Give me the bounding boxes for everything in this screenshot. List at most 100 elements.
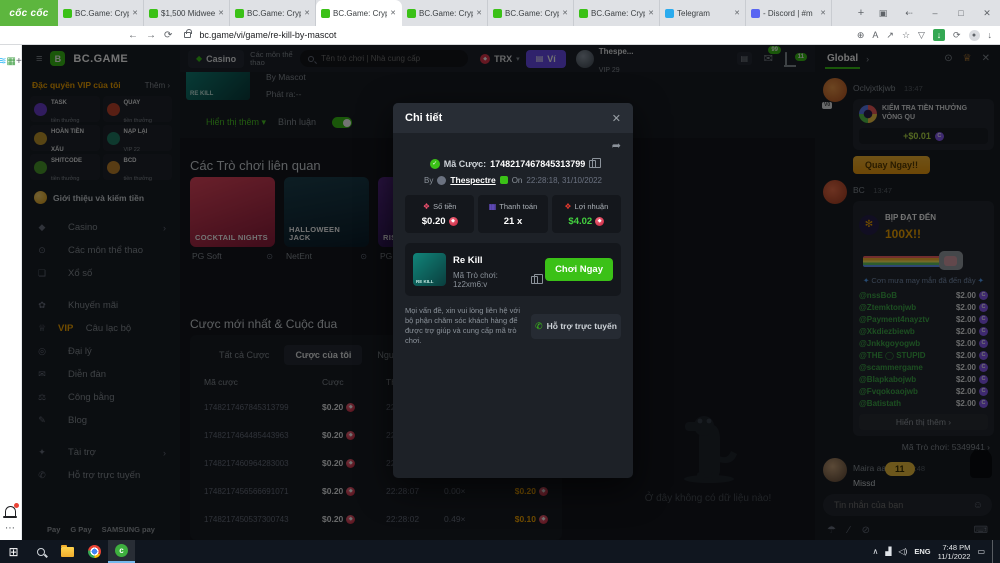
user-badge-icon <box>499 176 508 184</box>
minimize-button[interactable]: – <box>922 8 948 18</box>
back-button[interactable]: ← <box>128 30 138 41</box>
save-page-icon[interactable]: ⊕ <box>857 30 865 41</box>
tab-title: - Discord | #m <box>763 8 813 18</box>
tab-favicon <box>665 8 674 18</box>
tab-close-icon[interactable]: ✕ <box>476 9 482 17</box>
tab-close-icon[interactable]: ✕ <box>304 9 310 17</box>
forward-button[interactable]: → <box>146 30 156 41</box>
bet-id-label: Mã Cược: <box>443 159 487 169</box>
game-code: Mã Trò chơi: 1z2xm6:v <box>453 271 498 289</box>
sync-icon[interactable]: ⟳ <box>953 30 961 41</box>
coccoc-brand-logo[interactable]: cốc cốc <box>0 0 58 26</box>
modal-title: Chi tiết <box>405 112 443 124</box>
taskbar-search-icon[interactable] <box>27 540 54 563</box>
action-center-icon[interactable]: ▭ <box>977 547 985 556</box>
more-options-icon[interactable]: ⋯ <box>5 523 16 534</box>
tab-favicon <box>579 8 588 18</box>
bettor-username[interactable]: Thespectre <box>450 175 495 185</box>
time-text: 7:48 PM <box>942 542 971 552</box>
copy-icon[interactable] <box>589 158 602 168</box>
payout-label: Thanh toán <box>499 202 538 211</box>
bet-id-value: 1748217467845313799 <box>490 159 586 169</box>
volume-icon[interactable]: ◁) <box>899 547 908 556</box>
live-support-button[interactable]: ✆ Hỗ trợ trực tuyến <box>531 313 621 339</box>
browser-tab-bar: cốc cốc BC.Game: Crypto ✕ $1,500 Midweek… <box>0 0 1000 26</box>
profit-icon: ❖ <box>564 202 572 211</box>
tab-favicon <box>235 8 244 18</box>
tab-title: BC.Game: Crypto <box>591 8 645 18</box>
profile-avatar-icon[interactable]: ● <box>968 29 980 41</box>
share-bet-icon[interactable]: ➦ <box>405 139 621 155</box>
browser-tab[interactable]: Telegram ✕ <box>660 0 746 26</box>
tab-close-icon[interactable]: ✕ <box>820 9 826 17</box>
modal-close-icon[interactable]: ✕ <box>612 112 621 125</box>
tab-title: Telegram <box>677 8 710 18</box>
bookmark-star-icon[interactable]: ☆ <box>902 30 910 41</box>
game-thumbnail[interactable]: RE KILL <box>413 253 446 286</box>
quickbar-icon[interactable]: + <box>16 56 22 67</box>
browser-tab[interactable]: - Discord | #m ✕ <box>746 0 832 26</box>
tab-close-icon[interactable]: ✕ <box>734 9 740 17</box>
address-bar-actions: ⊕ A ↗ ☆ ▽ ↓ ⟳ ● ↓ <box>857 29 992 41</box>
quickbar-icon[interactable]: ▦ <box>7 56 16 67</box>
play-now-button[interactable]: Chơi Ngay <box>545 258 613 281</box>
browser-tab[interactable]: BC.Game: Crypto ✕ <box>230 0 316 26</box>
share-icon[interactable]: ↗ <box>886 30 894 41</box>
browser-tab[interactable]: BC.Game: Crypto ✕ <box>574 0 660 26</box>
browser-tab[interactable]: BC.Game: Crypto ✕ <box>402 0 488 26</box>
amount-value: $0.20 <box>421 216 446 227</box>
bet-details-modal: Chi tiết ✕ ➦ ✓ Mã Cược: 1748217467845313… <box>393 103 633 478</box>
new-tab-button[interactable]: + <box>852 0 870 26</box>
trx-coin-icon <box>448 217 458 226</box>
chrome-icon[interactable] <box>81 540 108 563</box>
tab-close-icon[interactable]: ✕ <box>562 9 568 17</box>
tab-close-icon[interactable]: ✕ <box>390 9 396 17</box>
headset-icon: ✆ <box>535 320 543 331</box>
pin-window-icon[interactable]: ⇠ <box>896 8 922 19</box>
bcgame-page: ≡ B BC.GAME Đặc quyền VIP của tôi Thêm ›… <box>22 45 1000 540</box>
side-panel-icon[interactable]: ▣ <box>870 8 896 19</box>
browser-tab[interactable]: BC.Game: Crypto ✕ <box>316 0 402 26</box>
browser-tab[interactable]: BC.Game: Crypto ✕ <box>58 0 144 26</box>
system-tray: ∧ ▟ ◁) ENG 7:48 PM 11/1/2022 ▭ <box>873 540 1000 563</box>
profit-label: Lợi nhuận <box>574 202 609 211</box>
payout-value: 21 x <box>503 216 523 227</box>
start-button[interactable]: ⊞ <box>0 540 27 563</box>
reload-button[interactable]: ⟳ <box>164 30 172 41</box>
adblock-shield-icon[interactable]: ▽ <box>918 30 925 41</box>
ssl-lock-icon[interactable] <box>184 29 192 38</box>
date-text: 11/1/2022 <box>937 551 971 561</box>
copy-icon[interactable] <box>531 274 544 284</box>
download-video-icon[interactable]: ↓ <box>932 29 945 41</box>
tab-favicon <box>63 8 72 18</box>
close-window-button[interactable]: ✕ <box>974 8 1000 19</box>
window-controls: ▣ ⇠ – □ ✕ <box>870 0 1000 26</box>
tab-title: $1,500 Midweek <box>161 8 216 18</box>
taskbar-clock[interactable]: 7:48 PM 11/1/2022 <box>938 543 971 561</box>
maximize-button[interactable]: □ <box>948 8 974 18</box>
on-label: On <box>511 175 523 185</box>
coccoc-taskbar-icon[interactable]: c <box>108 540 135 563</box>
address-bar: ← → ⟳ bc.game/vi/game/re-kill-by-mascot … <box>0 26 1000 45</box>
tab-title: BC.Game: Crypto <box>247 8 301 18</box>
tab-title: BC.Game: Crypto <box>75 8 129 18</box>
translate-icon[interactable]: A <box>872 30 878 40</box>
tab-strip: BC.Game: Crypto ✕ $1,500 Midweek ✕ BC.Ga… <box>58 0 852 26</box>
tab-favicon <box>751 8 760 18</box>
bet-author-line: By Thespectre On 22:28:18, 31/10/2022 <box>405 175 621 185</box>
trx-coin-icon <box>595 217 605 226</box>
language-indicator[interactable]: ENG <box>914 547 930 556</box>
tray-expand-icon[interactable]: ∧ <box>873 547 879 556</box>
tab-close-icon[interactable]: ✕ <box>218 9 224 17</box>
windows-taskbar: ⊞ c ∧ ▟ ◁) ENG 7:48 PM 11/1/2022 ▭ <box>0 540 1000 563</box>
tab-close-icon[interactable]: ✕ <box>648 9 654 17</box>
downloads-icon[interactable]: ↓ <box>988 30 993 40</box>
browser-tab[interactable]: $1,500 Midweek ✕ <box>144 0 230 26</box>
show-desktop-strip[interactable] <box>992 540 996 563</box>
tab-close-icon[interactable]: ✕ <box>132 9 138 17</box>
browser-tab[interactable]: BC.Game: Crypto ✕ <box>488 0 574 26</box>
notifications-bell-icon[interactable] <box>3 503 19 518</box>
network-icon[interactable]: ▟ <box>885 547 891 556</box>
file-explorer-icon[interactable] <box>54 540 81 563</box>
url-text[interactable]: bc.game/vi/game/re-kill-by-mascot <box>199 30 336 40</box>
